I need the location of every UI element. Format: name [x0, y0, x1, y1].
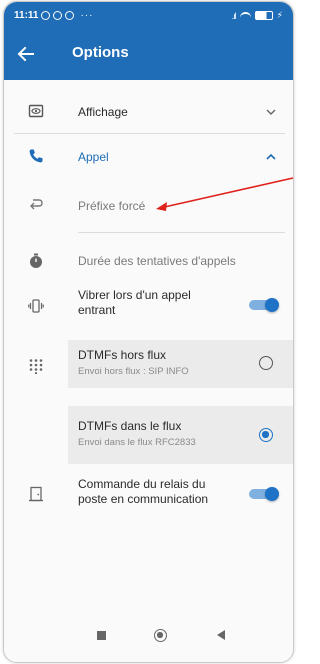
toggle-thumb [265, 487, 279, 501]
relais-toggle[interactable] [249, 487, 279, 501]
chevron-up-icon [266, 153, 276, 160]
item-label: Préfixe forcé [78, 199, 146, 213]
section-affichage[interactable]: Affichage [4, 94, 293, 130]
door-icon [29, 486, 43, 502]
home-button[interactable] [154, 629, 167, 642]
dtmf-dans-flux-radio[interactable] [259, 428, 273, 442]
section-label: Appel [78, 150, 109, 164]
back-button[interactable] [217, 630, 225, 640]
item-label: DTMFs dans le flux [78, 419, 182, 433]
item-label-line2: entrant [78, 303, 116, 317]
item-label: Durée des tentatives d'appels [78, 254, 236, 268]
item-dtmf-dans-flux[interactable]: DTMFs dans le flux Envoi dans le flux RF… [68, 406, 293, 464]
app-bar: Options [4, 30, 293, 80]
item-prefixe-force[interactable]: Préfixe forcé [4, 186, 293, 226]
notification-icon [41, 11, 51, 20]
item-label: DTMFs hors flux [78, 348, 167, 362]
toggle-thumb [265, 298, 279, 312]
stopwatch-icon [30, 253, 42, 268]
system-nav-bar [4, 612, 293, 662]
item-dtmf-hors-flux[interactable]: DTMFs hors flux Envoi hors flux : SIP IN… [68, 340, 293, 388]
item-sublabel: Envoi dans le flux RFC2833 [78, 437, 196, 448]
dtmf-hors-flux-radio[interactable] [259, 356, 273, 370]
forwarded-call-icon [30, 199, 43, 210]
divider [78, 232, 285, 233]
recents-button[interactable] [97, 631, 106, 640]
eye-box-icon [28, 104, 44, 118]
section-label: Affichage [78, 105, 128, 119]
item-vibrer[interactable]: Vibrer lors d'un appel entrant [4, 284, 293, 330]
item-sublabel: Envoi hors flux : SIP INFO [78, 366, 189, 377]
divider [14, 133, 285, 134]
more-notifications-icon: ··· [80, 10, 94, 21]
dialpad-icon [29, 359, 43, 374]
notification-icon [65, 11, 75, 20]
phone-frame: 11:11 ··· .ıl ⚡ Options Affichage Appel … [3, 1, 294, 663]
chevron-down-icon [266, 109, 276, 115]
status-time: 11:11 [14, 10, 39, 21]
page-title: Options [72, 44, 129, 61]
notification-icon [53, 11, 63, 20]
signal-icon: .ıl [231, 10, 237, 21]
item-label-line1: Commande du relais du [78, 477, 206, 491]
vibrate-icon [28, 299, 44, 313]
arrow-left-icon[interactable] [16, 44, 36, 64]
vibrer-toggle[interactable] [249, 298, 279, 312]
item-duree-tentatives[interactable]: Durée des tentatives d'appels [4, 244, 293, 280]
phone-icon [29, 149, 43, 163]
section-appel[interactable]: Appel [4, 139, 293, 175]
item-label-line2: poste en communication [78, 492, 209, 506]
item-label-line1: Vibrer lors d'un appel [78, 288, 191, 302]
status-bar: 11:11 ··· .ıl ⚡ [4, 2, 293, 30]
item-commande-relais[interactable]: Commande du relais du poste en communica… [4, 472, 293, 518]
charging-icon: ⚡ [276, 10, 283, 20]
battery-icon [254, 11, 273, 20]
wifi-icon [239, 11, 251, 20]
